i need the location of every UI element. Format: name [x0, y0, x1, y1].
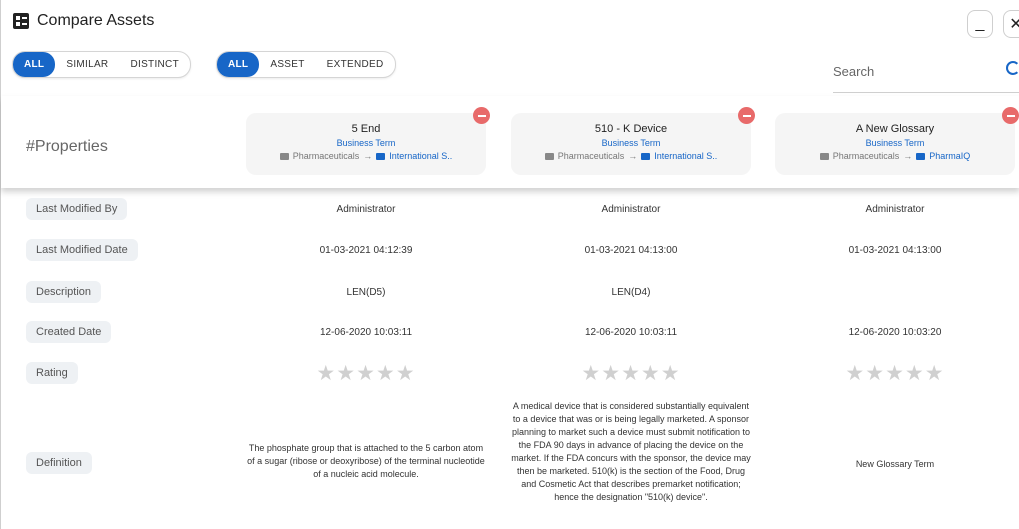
- asset-type: Business Term: [865, 138, 925, 148]
- cell-value: 12-06-2020 10:03:11: [319, 327, 413, 338]
- asset-type: Business Term: [601, 138, 661, 148]
- search-input[interactable]: Search: [833, 64, 874, 79]
- path-root[interactable]: Pharmaceuticals: [293, 151, 360, 161]
- cell-value: A medical device that is considered subs…: [511, 401, 751, 502]
- cell-value: The phosphate group that is attached to …: [247, 443, 485, 479]
- path-root[interactable]: Pharmaceuticals: [558, 151, 625, 161]
- scope-extended[interactable]: EXTENDED: [316, 52, 395, 77]
- filter-distinct[interactable]: DISTINCT: [119, 52, 190, 77]
- asset-card: 5 End Business Term Pharmaceuticals → In…: [246, 107, 490, 175]
- row-label-created-date: Created Date: [26, 321, 112, 343]
- cell-value: 01-03-2021 04:12:39: [319, 245, 413, 256]
- minus-icon: [477, 114, 486, 117]
- comparison-filter: ALL SIMILAR DISTINCT: [12, 51, 191, 78]
- folder-icon: [544, 152, 554, 160]
- folder-icon: [916, 152, 926, 160]
- rating-stars[interactable]: ★★★★★: [501, 361, 761, 386]
- remove-asset-button[interactable]: [738, 107, 755, 124]
- path-leaf[interactable]: International S..: [389, 151, 452, 161]
- scope-asset[interactable]: ASSET: [259, 52, 315, 77]
- filter-all[interactable]: ALL: [13, 52, 56, 77]
- rating-stars[interactable]: ★★★★★: [765, 361, 1019, 386]
- path-leaf[interactable]: International S..: [654, 151, 717, 161]
- path-leaf[interactable]: PharmaIQ: [929, 151, 970, 161]
- arrow-icon: →: [628, 151, 638, 161]
- rating-stars[interactable]: ★★★★★: [236, 361, 496, 386]
- row-label-last-modified-by: Last Modified By: [26, 198, 128, 220]
- row-label-rating: Rating: [26, 362, 78, 384]
- row-label-description: Description: [26, 281, 102, 303]
- path-root[interactable]: Pharmaceuticals: [833, 151, 900, 161]
- folder-icon: [279, 152, 289, 160]
- title-bar: Compare Assets _ ✕: [1, 0, 1019, 44]
- close-icon: ✕: [1009, 16, 1019, 33]
- folder-icon: [376, 152, 386, 160]
- asset-title[interactable]: 510 - K Device: [511, 123, 751, 135]
- compare-icon: [13, 13, 29, 29]
- search-icon[interactable]: [1006, 61, 1019, 75]
- asset-type: Business Term: [336, 138, 396, 148]
- close-button[interactable]: ✕: [1003, 10, 1019, 38]
- cell-value: 12-06-2020 10:03:20: [848, 327, 942, 338]
- cell-value: 12-06-2020 10:03:11: [584, 327, 678, 338]
- arrow-icon: →: [363, 151, 373, 161]
- row-label-last-modified-date: Last Modified Date: [26, 239, 138, 261]
- cell-value: New Glossary Term: [855, 459, 935, 469]
- remove-asset-button[interactable]: [1002, 107, 1019, 124]
- minus-icon: [742, 114, 751, 117]
- scope-all[interactable]: ALL: [217, 52, 260, 77]
- compare-assets-dialog: Compare Assets _ ✕ ALL SIMILAR DISTINCT …: [0, 0, 1019, 529]
- folder-icon: [819, 152, 829, 160]
- asset-card: A New Glossary Business Term Pharmaceuti…: [775, 107, 1019, 175]
- asset-path: Pharmaceuticals → PharmaIQ: [775, 151, 1015, 161]
- cell-value: LEN(D5): [346, 287, 386, 298]
- row-label-definition: Definition: [26, 452, 92, 474]
- properties-heading: #Properties: [26, 138, 108, 155]
- remove-asset-button[interactable]: [473, 107, 490, 124]
- asset-title[interactable]: A New Glossary: [775, 123, 1015, 135]
- property-scope-filter: ALL ASSET EXTENDED: [216, 51, 396, 78]
- asset-path: Pharmaceuticals → International S..: [511, 151, 751, 161]
- asset-path: Pharmaceuticals → International S..: [246, 151, 486, 161]
- folder-icon: [641, 152, 651, 160]
- minimize-button[interactable]: _: [967, 10, 993, 38]
- asset-title[interactable]: 5 End: [246, 123, 486, 135]
- asset-card: 510 - K Device Business Term Pharmaceuti…: [511, 107, 755, 175]
- cell-value: 01-03-2021 04:13:00: [848, 245, 942, 256]
- cell-value: Administrator: [601, 204, 661, 215]
- cell-value: Administrator: [336, 204, 396, 215]
- cell-value: Administrator: [865, 204, 925, 215]
- search-field[interactable]: Search: [833, 61, 1019, 93]
- arrow-icon: →: [903, 151, 913, 161]
- minimize-icon: _: [975, 15, 985, 32]
- cell-value: 01-03-2021 04:13:00: [584, 245, 678, 256]
- cell-value: LEN(D4): [611, 287, 651, 298]
- minus-icon: [1006, 114, 1015, 117]
- filter-similar[interactable]: SIMILAR: [55, 52, 119, 77]
- dialog-title: Compare Assets: [37, 12, 155, 29]
